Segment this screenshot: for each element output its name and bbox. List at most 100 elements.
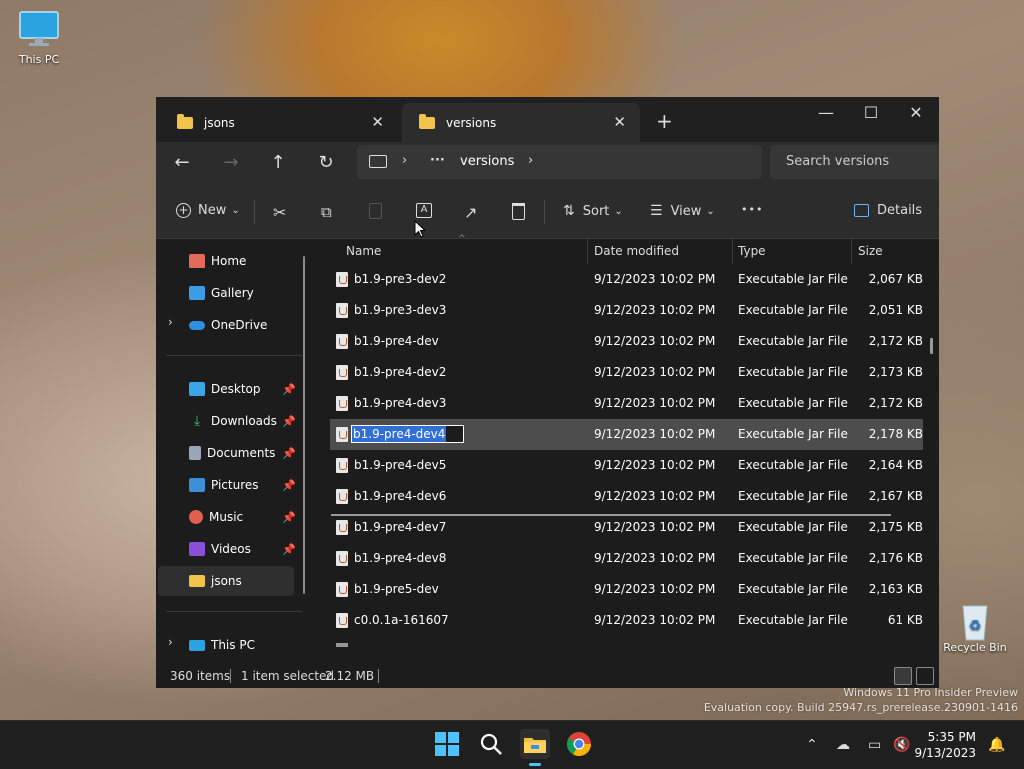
column-header-date[interactable]: Date modified: [594, 239, 730, 264]
up-button[interactable]: ↑: [266, 152, 290, 173]
horizontal-scrollbar[interactable]: [331, 514, 891, 516]
chevron-up-icon[interactable]: ⌃: [806, 737, 818, 753]
column-header-type[interactable]: Type: [738, 239, 848, 264]
mouse-cursor: [414, 220, 426, 238]
close-tab-icon[interactable]: ✕: [613, 113, 626, 131]
address-bar[interactable]: › ··· versions ›: [357, 145, 762, 179]
pin-icon[interactable]: 📌: [282, 447, 296, 460]
arrow-left-icon: ←: [174, 152, 190, 173]
nav-scrollbar[interactable]: [303, 256, 305, 594]
folder-icon: [189, 575, 205, 587]
file-row[interactable]: b1.9-pre5-dev 9/12/2023 10:02 PM Executabl…: [330, 574, 923, 605]
rename-button[interactable]: A: [416, 203, 432, 218]
nav-item-gallery[interactable]: Gallery: [158, 278, 294, 308]
minimize-button[interactable]: —: [806, 103, 846, 127]
file-explorer-taskbar-button[interactable]: [520, 729, 550, 766]
chrome-taskbar-button[interactable]: [564, 729, 594, 759]
column-divider[interactable]: [851, 239, 852, 264]
search-box[interactable]: Search versions: [770, 145, 939, 179]
refresh-button[interactable]: ↻: [314, 152, 338, 173]
notification-bell-icon[interactable]: 🔔: [988, 737, 1005, 753]
tab-jsons[interactable]: jsons ✕: [160, 103, 398, 143]
desktop-icon-this-pc[interactable]: This PC: [4, 10, 74, 66]
desktop-icon-recycle-bin[interactable]: ♻ Recycle Bin: [940, 598, 1010, 654]
forward-button[interactable]: →: [219, 152, 243, 173]
file-row[interactable]: b1.9-pre4-dev5 9/12/2023 10:02 PM Executab…: [330, 450, 923, 481]
file-row[interactable]: b1.9-pre3-dev3 9/12/2023 10:02 PM Executab…: [330, 295, 923, 326]
close-tab-icon[interactable]: ✕: [371, 113, 384, 131]
details-view-button[interactable]: [894, 667, 912, 685]
display-icon[interactable]: ▭: [868, 737, 881, 753]
see-more-button[interactable]: •••: [741, 203, 763, 216]
file-row[interactable]: b1.9-pre4-dev6 9/12/2023 10:02 PM Executab…: [330, 481, 923, 512]
share-button[interactable]: ↗: [464, 203, 477, 222]
nav-item-jsons[interactable]: jsons: [158, 566, 294, 596]
start-button[interactable]: [432, 729, 462, 759]
nav-item-pictures[interactable]: Pictures 📌: [158, 470, 296, 500]
chevron-right-icon[interactable]: ›: [528, 153, 533, 168]
this-pc-icon[interactable]: [369, 155, 387, 168]
details-pane-button[interactable]: Details: [854, 203, 922, 218]
tab-versions[interactable]: versions ✕: [402, 103, 640, 143]
rename-selected-text: b1.9-pre4-dev4: [352, 426, 447, 442]
nav-item-music[interactable]: Music 📌: [158, 502, 296, 532]
back-button[interactable]: ←: [170, 152, 194, 173]
sort-button[interactable]: ⇅ Sort ⌄: [563, 203, 623, 219]
column-header-size[interactable]: Size: [858, 239, 928, 264]
column-divider[interactable]: [587, 239, 588, 264]
speaker-muted-icon[interactable]: 🔇: [893, 737, 910, 753]
close-button[interactable]: ✕: [896, 103, 936, 127]
file-type: Executable Jar File: [738, 551, 848, 565]
nav-item-home[interactable]: Home: [158, 246, 294, 276]
file-row[interactable]: b1.9-pre4-dev3 9/12/2023 10:02 PM Executab…: [330, 388, 923, 419]
nav-item-videos[interactable]: Videos 📌: [158, 534, 296, 564]
nav-label: OneDrive: [211, 318, 268, 332]
nav-item-downloads[interactable]: ⤓ Downloads 📌: [158, 406, 296, 436]
file-row[interactable]: c0.0.1a-161607 9/12/2023 10:02 PM Executab…: [330, 605, 923, 636]
nav-item-this-pc[interactable]: This PC: [158, 630, 294, 660]
onedrive-tray-icon[interactable]: ☁: [836, 737, 850, 753]
chevron-right-icon[interactable]: ›: [402, 153, 407, 168]
selected-count: 1 item selected: [241, 669, 335, 683]
pin-icon[interactable]: 📌: [282, 543, 296, 556]
selected-size: 2.12 MB: [325, 669, 375, 683]
file-type: Executable Jar File: [738, 272, 848, 286]
address-row: ← → ↑ ↻ › ··· versions › Search versions: [156, 142, 939, 186]
nav-item-desktop[interactable]: Desktop 📌: [158, 374, 296, 404]
rename-input[interactable]: b1.9-pre4-dev4: [351, 425, 464, 443]
view-button[interactable]: ☰ View ⌄: [650, 203, 715, 219]
pin-icon[interactable]: 📌: [282, 511, 296, 524]
taskbar-clock[interactable]: 5:35 PM 9/13/2023: [914, 729, 976, 761]
file-type: Executable Jar File: [738, 520, 848, 534]
delete-button[interactable]: [512, 203, 525, 220]
sort-label: Sort: [582, 203, 610, 219]
copy-button[interactable]: ⧉: [321, 203, 332, 221]
file-name: b1.9-pre3-dev3: [354, 303, 447, 317]
pin-icon[interactable]: 📌: [282, 479, 296, 492]
new-tab-button[interactable]: +: [656, 109, 673, 133]
column-divider[interactable]: [732, 239, 733, 264]
file-row[interactable]: b1.9-pre3-dev2 9/12/2023 10:02 PM Executab…: [330, 264, 923, 295]
file-row[interactable]: b1.9-pre4-dev4 9/12/2023 10:02 PM Executab…: [330, 419, 923, 450]
breadcrumb-overflow[interactable]: ···: [430, 153, 445, 168]
column-header-name[interactable]: Name: [346, 239, 586, 264]
pin-icon[interactable]: 📌: [282, 415, 296, 428]
breadcrumb-current[interactable]: versions: [460, 154, 514, 169]
nav-label: This PC: [211, 638, 255, 652]
file-row[interactable]: b1.9-pre4-dev 9/12/2023 10:02 PM Executabl…: [330, 326, 923, 357]
nav-label: Home: [211, 254, 247, 268]
paste-button[interactable]: [369, 203, 382, 219]
pin-icon[interactable]: 📌: [282, 383, 296, 396]
file-row[interactable]: b1.9-pre4-dev8 9/12/2023 10:02 PM Executab…: [330, 543, 923, 574]
tiles-view-button[interactable]: [916, 667, 934, 685]
new-button[interactable]: + New ⌄: [176, 203, 240, 218]
file-row[interactable]: b1.9-pre4-dev7 9/12/2023 10:02 PM Executab…: [330, 512, 923, 543]
cut-button[interactable]: ✂: [273, 203, 286, 222]
maximize-button[interactable]: ☐: [851, 103, 891, 127]
file-row[interactable]: b1.9-pre4-dev2 9/12/2023 10:02 PM Executab…: [330, 357, 923, 388]
vertical-scrollbar-thumb[interactable]: [930, 338, 933, 354]
search-icon: [480, 733, 502, 755]
nav-item-documents[interactable]: Documents 📌: [158, 438, 296, 468]
search-button[interactable]: [476, 729, 506, 759]
nav-item-onedrive[interactable]: OneDrive: [158, 310, 294, 340]
